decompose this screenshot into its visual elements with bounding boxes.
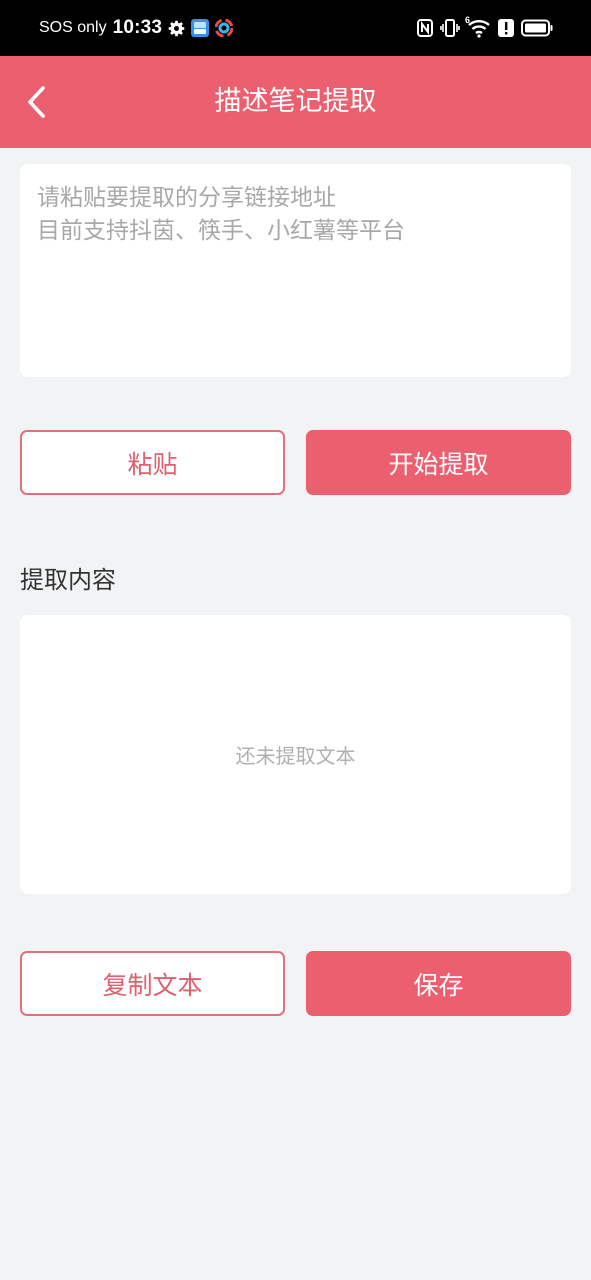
- header-bar: 描述笔记提取: [0, 56, 591, 148]
- copy-text-button[interactable]: 复制文本: [20, 951, 285, 1016]
- page-title: 描述笔记提取: [214, 86, 377, 117]
- result-empty-text: 还未提取文本: [235, 744, 356, 768]
- alert-icon: [498, 19, 514, 37]
- status-left: SOS only 10:33: [39, 0, 234, 56]
- wifi-label: 6: [465, 15, 471, 25]
- wifi-icon: 6: [465, 15, 491, 38]
- gear-icon: [168, 20, 185, 37]
- vibrate-icon: [440, 18, 460, 38]
- save-button[interactable]: 保存: [306, 951, 571, 1016]
- app-icon-blue: [191, 19, 210, 37]
- save-button-label: 保存: [413, 970, 464, 1000]
- back-button[interactable]: [14, 76, 58, 128]
- start-extract-button[interactable]: 开始提取: [306, 430, 571, 495]
- nfc-icon: [417, 19, 433, 37]
- result-content-box[interactable]: 还未提取文本: [20, 615, 571, 894]
- status-bar: SOS only 10:33 6: [0, 0, 591, 56]
- share-link-input[interactable]: [20, 164, 571, 377]
- result-section-title: 提取内容: [20, 566, 116, 594]
- clock: 10:33: [112, 17, 163, 38]
- start-extract-button-label: 开始提取: [388, 449, 489, 479]
- app-icon-color: [215, 19, 234, 37]
- carrier-text: SOS only: [39, 19, 107, 36]
- battery-icon: [521, 19, 553, 37]
- paste-button[interactable]: 粘贴: [20, 430, 285, 495]
- status-right: 6: [417, 0, 553, 56]
- chevron-left-icon: [28, 86, 45, 118]
- paste-button-label: 粘贴: [127, 449, 178, 479]
- copy-text-button-label: 复制文本: [102, 970, 203, 1000]
